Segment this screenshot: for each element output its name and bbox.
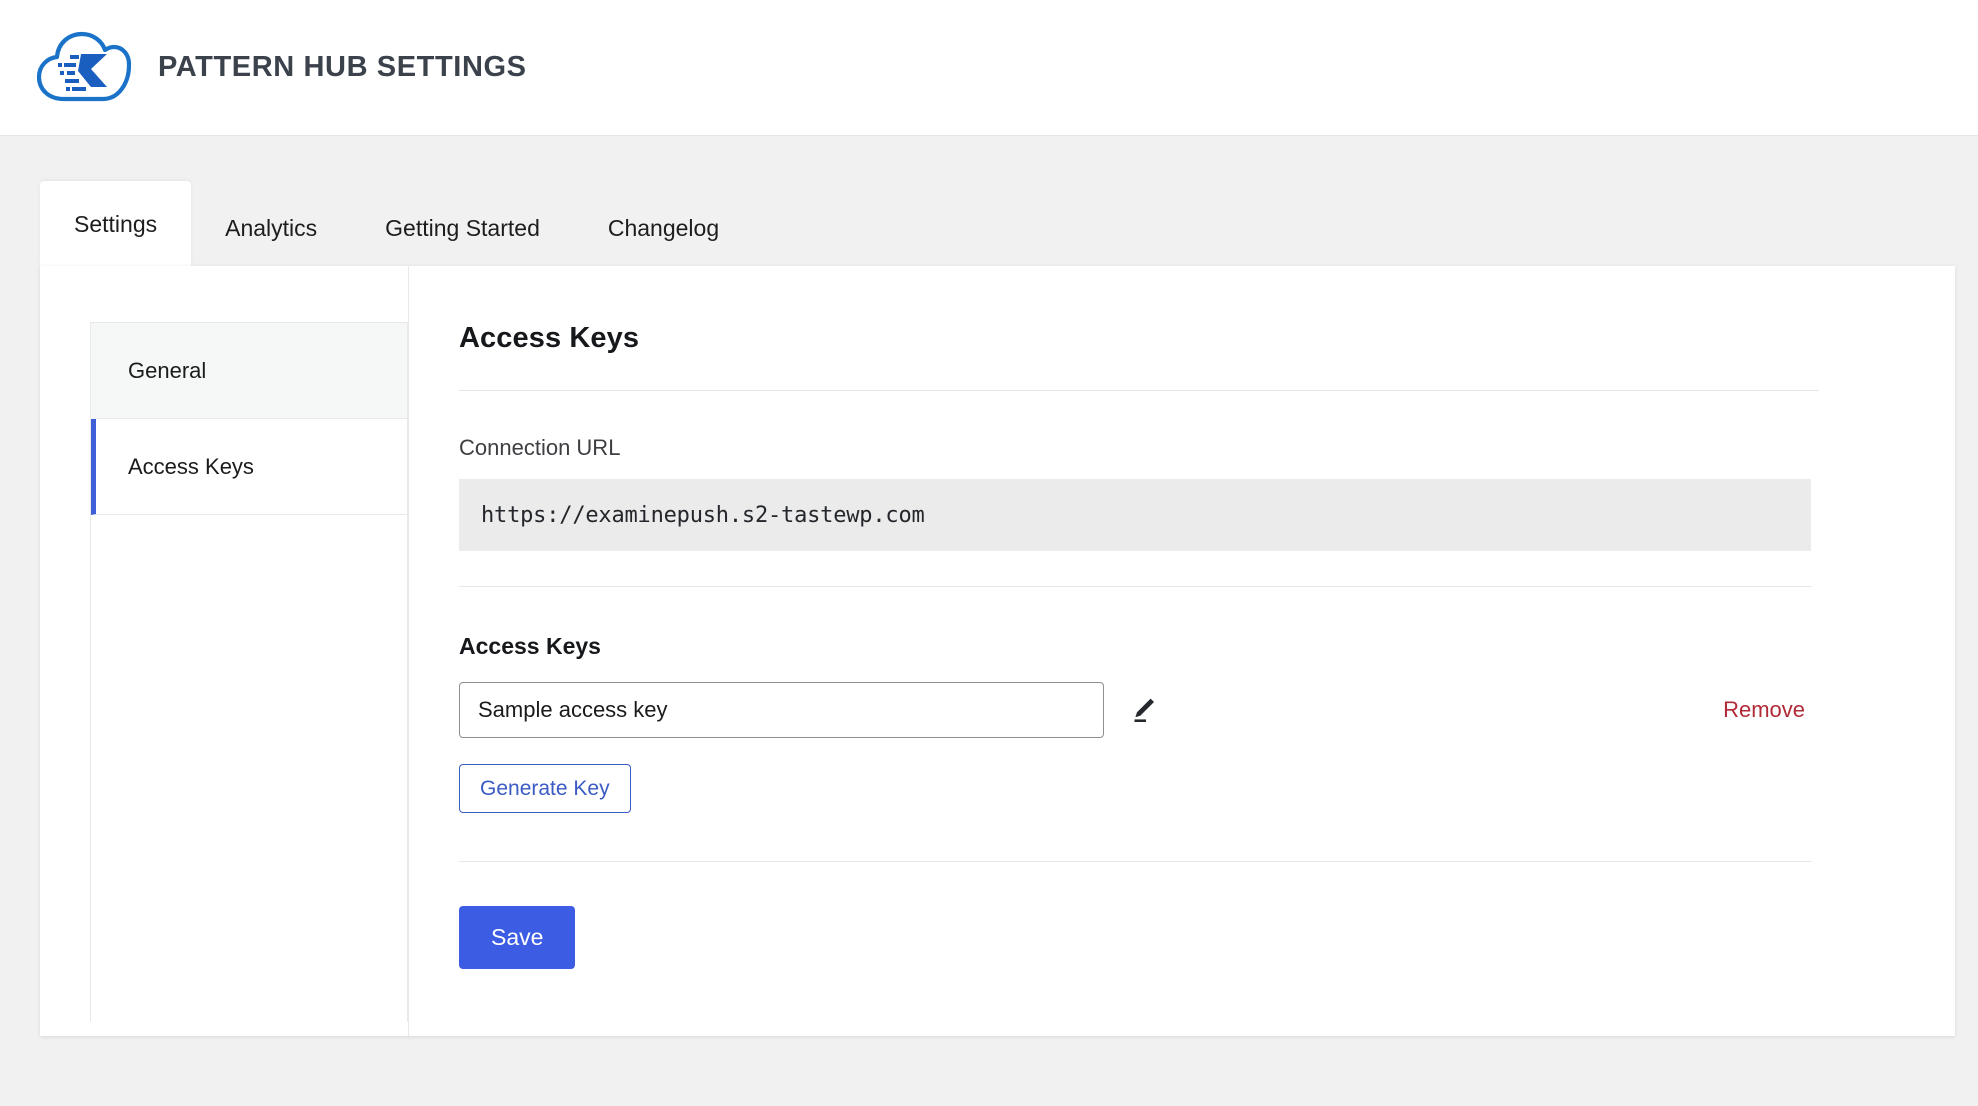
page-title: PATTERN HUB SETTINGS (158, 51, 527, 83)
tab-changelog[interactable]: Changelog (574, 191, 753, 266)
settings-nav-list: General Access Keys (90, 322, 408, 1022)
divider-under-title (459, 390, 1819, 391)
tab-analytics[interactable]: Analytics (191, 191, 351, 266)
sidebar-item-label: General (128, 357, 207, 383)
app-header: PATTERN HUB SETTINGS (0, 0, 1978, 136)
tab-bar: Settings Analytics Getting Started Chang… (0, 136, 1978, 266)
sidebar-item-general[interactable]: General (91, 323, 407, 419)
connection-url-value: https://examinepush.s2-tastewp.com (459, 479, 1811, 551)
tab-settings[interactable]: Settings (40, 181, 192, 266)
generate-key-button[interactable]: Generate Key (459, 764, 631, 813)
divider-above-save (459, 861, 1812, 862)
access-keys-subhead: Access Keys (459, 633, 601, 659)
pencil-icon[interactable] (1126, 693, 1160, 727)
settings-sidebar: General Access Keys (40, 266, 408, 1036)
remove-key-link[interactable]: Remove (1723, 697, 1811, 723)
access-key-row: Remove (459, 682, 1811, 738)
sidebar-item-label: Access Keys (128, 453, 254, 479)
settings-card: General Access Keys Access Keys Connecti… (40, 266, 1955, 1036)
connection-url-label: Connection URL (459, 435, 621, 460)
divider-under-url (459, 586, 1812, 587)
pencil-icon-glyph (1134, 698, 1154, 722)
save-button[interactable]: Save (459, 906, 576, 969)
access-key-input[interactable] (459, 682, 1104, 738)
cloud-speed-logo-icon (36, 31, 132, 101)
tab-getting-started[interactable]: Getting Started (351, 191, 574, 266)
sidebar-item-access-keys[interactable]: Access Keys (91, 419, 407, 515)
settings-content: Access Keys Connection URL https://exami… (408, 266, 1955, 1036)
panel-title: Access Keys (459, 322, 640, 354)
